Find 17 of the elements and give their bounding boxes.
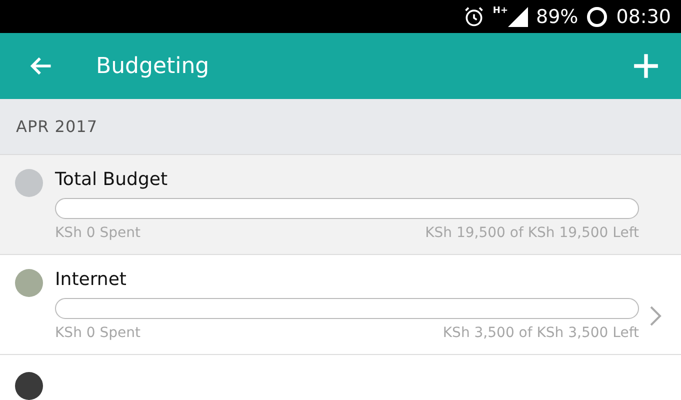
- spent-amount: KSh 0 Spent: [55, 225, 140, 242]
- remaining-amount: KSh 3,500 of KSh 3,500 Left: [442, 325, 639, 342]
- month-label: APR 2017: [16, 116, 98, 136]
- chevron-icon[interactable]: [649, 305, 663, 328]
- clock: 08:30: [616, 6, 671, 28]
- budget-name: Total Budget: [55, 169, 168, 192]
- signal-icon: [508, 6, 528, 27]
- battery-icon: [586, 6, 608, 28]
- remaining-amount: KSh 19,500 of KSh 19,500 Left: [425, 225, 639, 242]
- alarm-icon: [462, 6, 485, 28]
- add-icon[interactable]: [633, 53, 659, 79]
- screen-title: Budgeting: [96, 54, 210, 78]
- network-type: H+: [492, 6, 508, 16]
- budget-row[interactable]: Total Budget KSh 0 Spent KSh 19,500 of KSh 19,500 Left: [0, 155, 681, 256]
- spent-amount: KSh 0 Spent: [55, 325, 140, 342]
- battery-percent: 89%: [536, 6, 578, 28]
- budget-name: Internet: [55, 269, 126, 292]
